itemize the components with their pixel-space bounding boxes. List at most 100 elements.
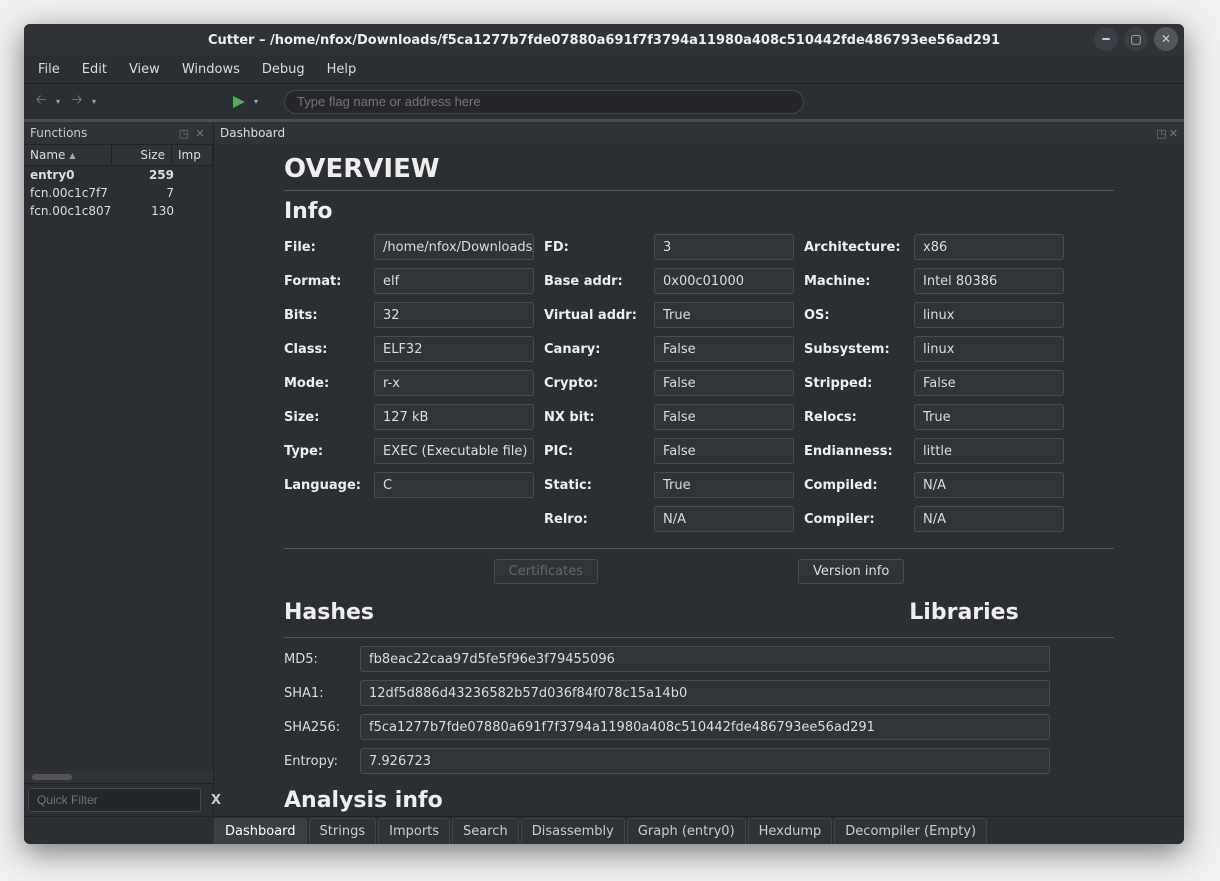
maximize-button[interactable]: ▢ xyxy=(1124,27,1148,51)
sidebar-hscroll[interactable] xyxy=(24,771,213,783)
val-compiled[interactable]: N/A xyxy=(914,472,1064,498)
info-heading: Info xyxy=(284,199,1114,224)
val-subsys[interactable]: linux xyxy=(914,336,1064,362)
lbl-compiler: Compiler: xyxy=(804,512,904,527)
val-os[interactable]: linux xyxy=(914,302,1064,328)
detach-icon[interactable]: ◳ xyxy=(177,126,191,140)
function-row[interactable]: entry0 259 xyxy=(24,166,213,184)
back-dropdown-icon[interactable]: ▾ xyxy=(56,97,60,106)
val-crypto[interactable]: False xyxy=(654,370,794,396)
forward-button[interactable]: 🡢 xyxy=(66,91,88,113)
lbl-size: Size: xyxy=(284,410,364,425)
val-sha1[interactable]: 12df5d886d43236582b57d036f84f078c15a14b0 xyxy=(360,680,1050,706)
lbl-relocs: Relocs: xyxy=(804,410,904,425)
val-md5[interactable]: fb8eac22caa97d5fe5f96e3f79455096 xyxy=(360,646,1050,672)
tab-disassembly[interactable]: Disassembly xyxy=(521,818,625,844)
hashes-heading: Hashes xyxy=(284,600,814,625)
forward-dropdown-icon[interactable]: ▾ xyxy=(92,97,96,106)
menu-edit[interactable]: Edit xyxy=(72,58,117,81)
val-file[interactable]: /home/nfox/Downloads/f5c xyxy=(374,234,534,260)
info-grid: File: /home/nfox/Downloads/f5c FD: 3 Arc… xyxy=(284,234,1114,532)
lbl-base: Base addr: xyxy=(544,274,644,289)
lbl-entropy: Entropy: xyxy=(284,754,354,769)
lbl-file: File: xyxy=(284,240,364,255)
minimize-button[interactable]: ━ xyxy=(1094,27,1118,51)
run-dropdown-icon[interactable]: ▾ xyxy=(254,97,258,106)
val-nx[interactable]: False xyxy=(654,404,794,430)
quick-filter-input[interactable] xyxy=(28,788,201,812)
back-button[interactable]: 🡠 xyxy=(30,91,52,113)
lbl-os: OS: xyxy=(804,308,904,323)
menu-file[interactable]: File xyxy=(28,58,70,81)
lbl-arch: Architecture: xyxy=(804,240,904,255)
val-pic[interactable]: False xyxy=(654,438,794,464)
close-panel-icon[interactable]: ✕ xyxy=(193,126,207,140)
val-lang[interactable]: C xyxy=(374,472,534,498)
lbl-md5: MD5: xyxy=(284,652,354,667)
tab-search[interactable]: Search xyxy=(452,818,519,844)
lbl-nx: NX bit: xyxy=(544,410,644,425)
val-size[interactable]: 127 kB xyxy=(374,404,534,430)
function-row[interactable]: fcn.00c1c7f7 7 xyxy=(24,184,213,202)
certificates-button: Certificates xyxy=(494,559,598,584)
val-relocs[interactable]: True xyxy=(914,404,1064,430)
hashes-grid: MD5: fb8eac22caa97d5fe5f96e3f79455096 SH… xyxy=(284,646,1044,774)
menu-view[interactable]: View xyxy=(119,58,170,81)
val-type[interactable]: EXEC (Executable file) xyxy=(374,438,534,464)
lbl-lang: Language: xyxy=(284,478,364,493)
lbl-compiled: Compiled: xyxy=(804,478,904,493)
sort-asc-icon: ▲ xyxy=(69,151,75,160)
lbl-endian: Endianness: xyxy=(804,444,904,459)
lbl-relro: Relro: xyxy=(544,512,644,527)
val-base[interactable]: 0x00c01000 xyxy=(654,268,794,294)
val-arch[interactable]: x86 xyxy=(914,234,1064,260)
tab-imports[interactable]: Imports xyxy=(378,818,450,844)
menu-help[interactable]: Help xyxy=(317,58,367,81)
lbl-mode: Mode: xyxy=(284,376,364,391)
lbl-stripped: Stripped: xyxy=(804,376,904,391)
function-row[interactable]: fcn.00c1c807 130 xyxy=(24,202,213,220)
val-compiler[interactable]: N/A xyxy=(914,506,1064,532)
menu-windows[interactable]: Windows xyxy=(172,58,250,81)
lbl-sha1: SHA1: xyxy=(284,686,354,701)
overview-heading: OVERVIEW xyxy=(284,154,1114,184)
val-static[interactable]: True xyxy=(654,472,794,498)
toolbar: 🡠 ▾ 🡢 ▾ ▾ xyxy=(24,84,1184,122)
val-fd[interactable]: 3 xyxy=(654,234,794,260)
address-input[interactable] xyxy=(284,90,804,114)
version-info-button[interactable]: Version info xyxy=(798,559,904,584)
val-class[interactable]: ELF32 xyxy=(374,336,534,362)
dashboard-panel-title: Dashboard xyxy=(220,126,285,140)
col-name[interactable]: Name▲ xyxy=(24,145,112,165)
tab-decompiler[interactable]: Decompiler (Empty) xyxy=(834,818,987,844)
detach-dash-icon[interactable]: ◳ xyxy=(1156,127,1166,140)
val-stripped[interactable]: False xyxy=(914,370,1064,396)
val-machine[interactable]: Intel 80386 xyxy=(914,268,1064,294)
col-imp[interactable]: Imp xyxy=(172,145,213,165)
tab-hexdump[interactable]: Hexdump xyxy=(748,818,833,844)
lbl-canary: Canary: xyxy=(544,342,644,357)
functions-panel-title: Functions xyxy=(30,126,87,140)
tab-strings[interactable]: Strings xyxy=(309,818,377,844)
lbl-format: Format: xyxy=(284,274,364,289)
tab-dashboard[interactable]: Dashboard xyxy=(214,818,307,844)
close-dash-icon[interactable]: ✕ xyxy=(1169,127,1178,140)
val-sha256[interactable]: f5ca1277b7fde07880a691f7f3794a11980a408c… xyxy=(360,714,1050,740)
lbl-type: Type: xyxy=(284,444,364,459)
val-va[interactable]: True xyxy=(654,302,794,328)
close-button[interactable]: ✕ xyxy=(1154,27,1178,51)
col-size[interactable]: Size xyxy=(112,145,172,165)
val-mode[interactable]: r-x xyxy=(374,370,534,396)
val-relro[interactable]: N/A xyxy=(654,506,794,532)
val-bits[interactable]: 32 xyxy=(374,302,534,328)
val-canary[interactable]: False xyxy=(654,336,794,362)
analysis-heading: Analysis info xyxy=(284,788,1114,813)
run-button[interactable] xyxy=(228,91,250,113)
menu-debug[interactable]: Debug xyxy=(252,58,315,81)
val-entropy[interactable]: 7.926723 xyxy=(360,748,1050,774)
val-endian[interactable]: little xyxy=(914,438,1064,464)
functions-panel: Functions ◳ ✕ Name▲ Size Imp entry0 259 … xyxy=(24,122,214,816)
tab-graph[interactable]: Graph (entry0) xyxy=(627,818,746,844)
lbl-subsys: Subsystem: xyxy=(804,342,904,357)
val-format[interactable]: elf xyxy=(374,268,534,294)
